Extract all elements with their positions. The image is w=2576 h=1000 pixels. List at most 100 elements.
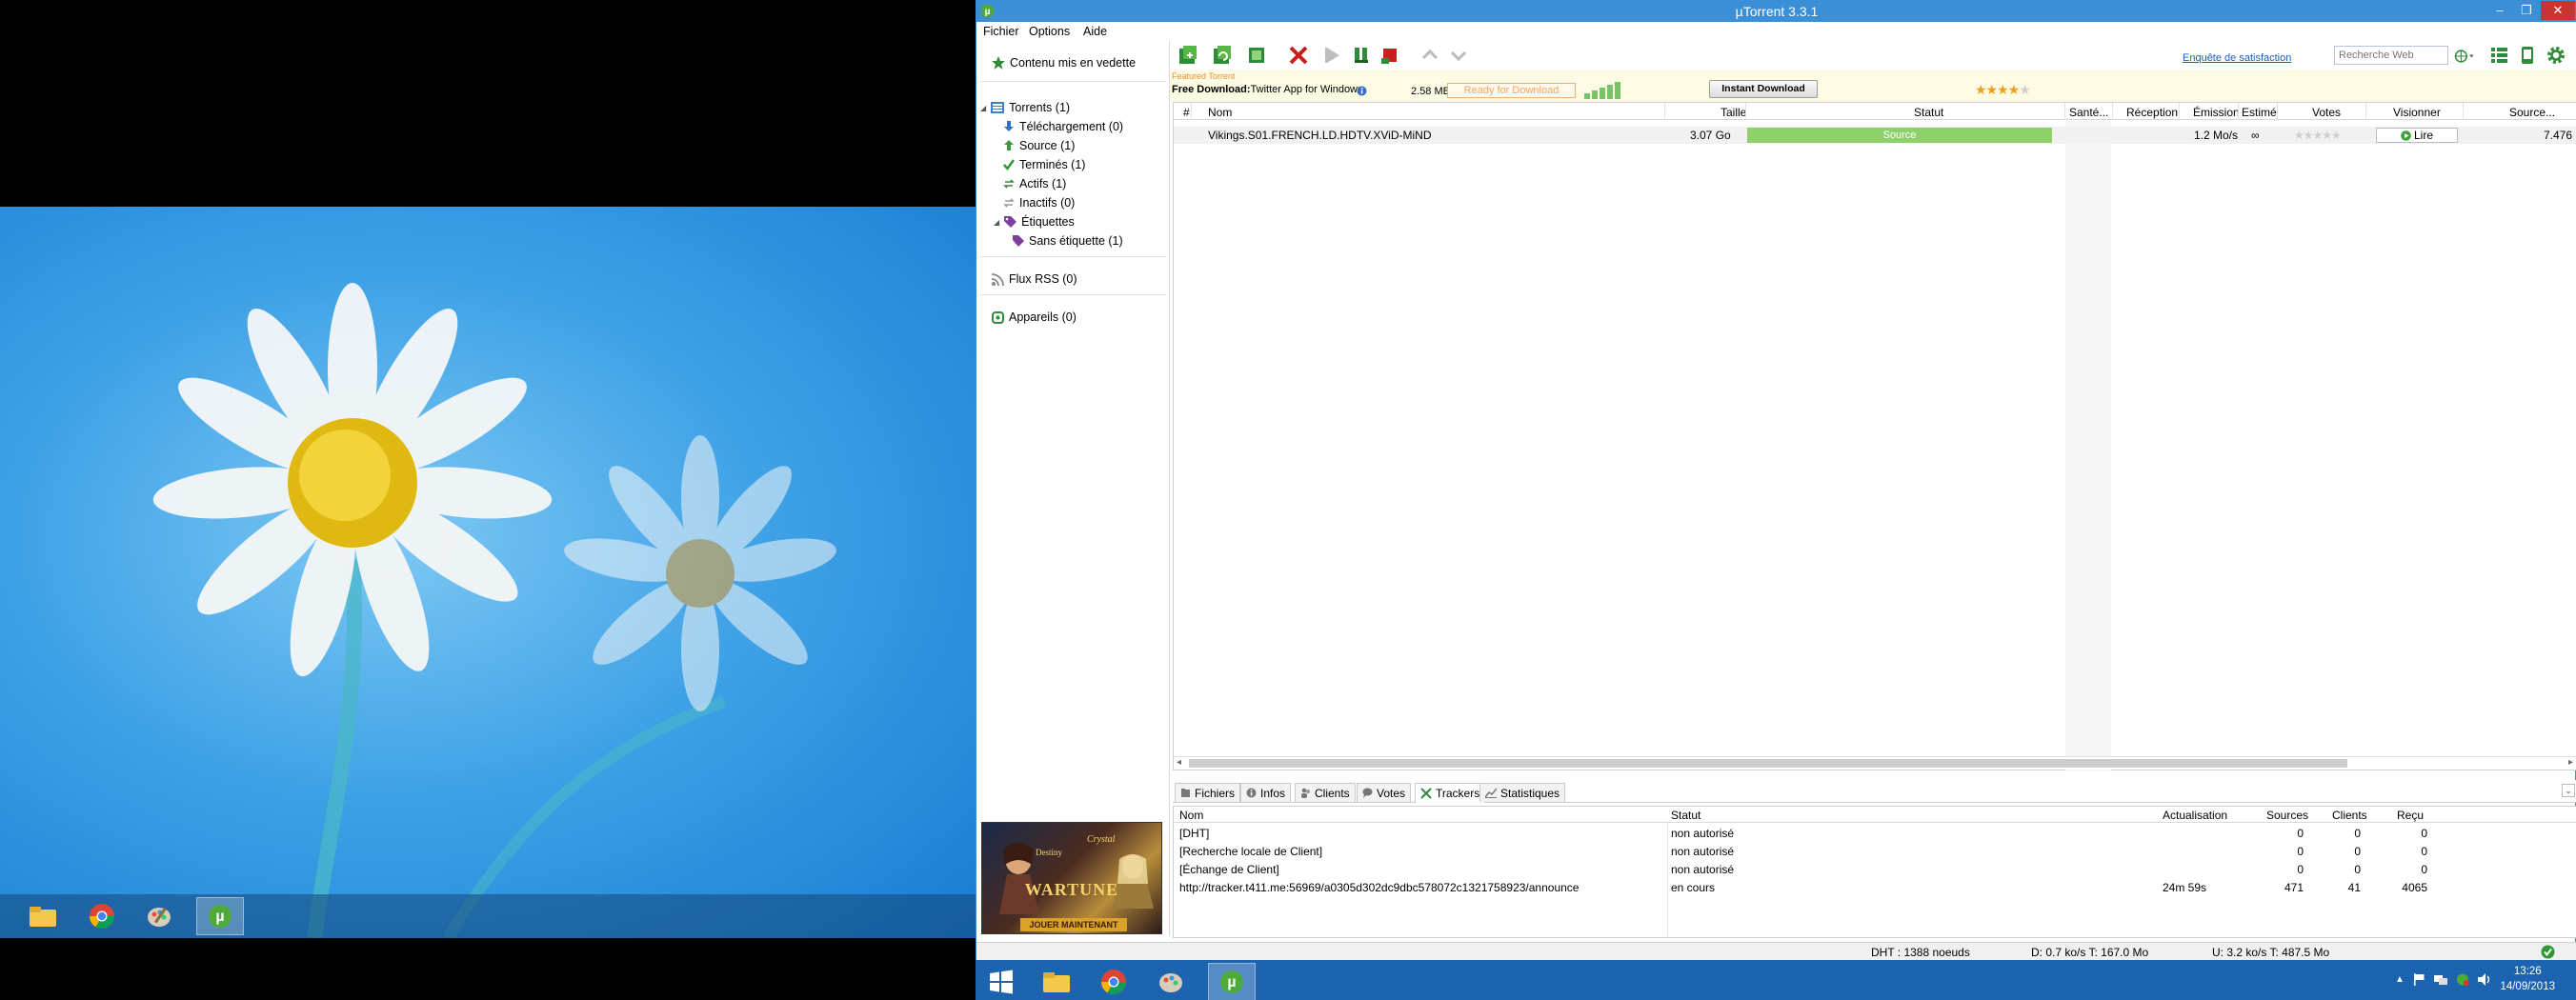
menu-file[interactable]: Fichier	[983, 25, 1019, 38]
sidebar-item-completed[interactable]: Terminés (1)	[1003, 156, 1085, 173]
column-header-size[interactable]: Taille	[1721, 106, 1746, 119]
utorrent-taskbar-button[interactable]: µ	[196, 897, 244, 935]
move-down-icon[interactable]	[1448, 45, 1469, 66]
inactive-transfer-icon	[1003, 198, 1015, 208]
column-header-number[interactable]: #	[1183, 106, 1190, 119]
tab-info[interactable]: Infos	[1240, 783, 1292, 802]
upload-status[interactable]: U: 3.2 ko/s T: 487.5 Mo	[2212, 946, 2329, 959]
download-status[interactable]: D: 0.7 ko/s T: 167.0 Mo	[2031, 946, 2148, 959]
tab-votes[interactable]: Votes	[1357, 783, 1412, 802]
tracker-row[interactable]: [Recherche locale de Client] non autoris…	[1174, 843, 2576, 860]
scroll-right-icon[interactable]: ▸	[2568, 757, 2573, 768]
tracker-name: [DHT]	[1179, 827, 1210, 840]
scroll-left-icon[interactable]: ◂	[1177, 757, 1181, 768]
paint-taskbar-button[interactable]	[1147, 963, 1195, 1000]
network-ok-icon[interactable]	[2541, 945, 2555, 959]
info-icon[interactable]	[1357, 86, 1367, 96]
ad-play-now-button[interactable]: JOUER MAINTENANT	[1020, 918, 1127, 931]
sidebar-item-active[interactable]: Actifs (1)	[1003, 175, 1066, 192]
sidebar-item-no-label[interactable]: Sans étiquette (1)	[1013, 232, 1123, 250]
column-header-watch[interactable]: Visionner	[2393, 106, 2441, 119]
sidebar-item-labels[interactable]: ◢ Étiquettes	[994, 213, 1075, 230]
column-header-download-speed[interactable]: Réception	[2126, 106, 2178, 119]
featured-description[interactable]: Free Download:Twitter App for Windows	[1172, 84, 1363, 95]
settings-gear-icon[interactable]	[2546, 45, 2566, 66]
pause-torrent-icon[interactable]	[1351, 45, 1372, 66]
restore-button[interactable]: ❐	[2514, 1, 2539, 20]
column-header-votes[interactable]: Votes	[2312, 106, 2341, 119]
satisfaction-survey-link[interactable]: Enquête de satisfaction	[2183, 52, 2291, 64]
sidebar-item-downloading[interactable]: Téléchargement (0)	[1003, 118, 1123, 135]
trk-col-seeds[interactable]: Sources	[2266, 809, 2308, 822]
torrent-row[interactable]: Vikings.S01.FRENCH.LD.HDTV.XViD-MiND 3.0…	[1174, 127, 2576, 144]
trk-col-name[interactable]: Nom	[1179, 809, 1203, 822]
instant-download-button[interactable]: Instant Download	[1709, 80, 1818, 98]
start-button[interactable]	[977, 963, 1025, 1000]
column-header-status[interactable]: Statut	[1914, 106, 1943, 119]
column-divider	[2112, 103, 2113, 120]
trk-col-received[interactable]: Reçu	[2397, 809, 2424, 822]
network-icon[interactable]	[2433, 973, 2447, 986]
scrollbar-thumb[interactable]	[1189, 759, 2347, 768]
chrome-taskbar-button[interactable]	[1090, 963, 1137, 1000]
explorer-taskbar-button[interactable]	[1033, 963, 1080, 1000]
trk-col-status[interactable]: Statut	[1671, 809, 1701, 822]
sidebar-item-devices[interactable]: Appareils (0)	[992, 309, 1077, 326]
sidebar-item-torrents[interactable]: ◢ Torrents (1)	[980, 99, 1070, 116]
torrent-rating[interactable]: ★★★★★	[2294, 129, 2342, 142]
sidebar-item-inactive[interactable]: Inactifs (0)	[1003, 194, 1075, 211]
chrome-taskbar-button[interactable]	[78, 897, 126, 935]
advertisement-banner[interactable]: Crystal Destiny WARTUNE JOUER MAINTENANT	[981, 822, 1162, 934]
paint-taskbar-button[interactable]	[135, 897, 183, 935]
watch-button[interactable]: Lire	[2376, 128, 2458, 143]
column-header-health[interactable]: Santé...	[2069, 106, 2108, 119]
start-torrent-icon[interactable]	[1322, 45, 1343, 66]
column-header-seeds[interactable]: Source...	[2509, 106, 2555, 119]
tray-expand-icon[interactable]: ▲	[2395, 974, 2405, 985]
horizontal-scrollbar[interactable]: ◂ ▸	[1174, 756, 2576, 770]
sidebar-item-label: Étiquettes	[1021, 215, 1075, 229]
list-view-icon[interactable]	[2488, 45, 2509, 66]
search-engine-globe-icon[interactable]	[2454, 46, 2475, 67]
tracker-row[interactable]: http://tracker.t411.me:56969/a0305d302dc…	[1174, 879, 2576, 896]
tab-statistics[interactable]: Statistiques	[1479, 783, 1566, 802]
collapse-arrow-icon[interactable]: ◢	[994, 218, 999, 227]
explorer-taskbar-button[interactable]	[19, 897, 67, 935]
tab-trackers[interactable]: Trackers	[1415, 783, 1486, 803]
remote-phone-icon[interactable]	[2517, 45, 2538, 66]
column-header-eta[interactable]: Estimé	[2242, 106, 2277, 119]
sidebar-item-label: Appareils (0)	[1009, 310, 1077, 324]
tracker-row[interactable]: [Échange de Client] non autorisé 0 0 0	[1174, 861, 2576, 878]
utorrent-tray-icon[interactable]	[2456, 973, 2469, 986]
add-torrent-url-icon[interactable]	[1212, 45, 1233, 66]
taskbar-clock[interactable]: 13:26 14/09/2013	[2500, 964, 2555, 994]
stop-torrent-icon[interactable]	[1379, 45, 1400, 66]
flag-icon[interactable]	[2413, 973, 2425, 986]
add-torrent-icon[interactable]	[1177, 45, 1198, 66]
collapse-arrow-icon[interactable]: ◢	[980, 104, 986, 112]
trk-col-update[interactable]: Actualisation	[2163, 809, 2227, 822]
tracker-row[interactable]: [DHT] non autorisé 0 0 0	[1174, 825, 2576, 842]
volume-icon[interactable]	[2477, 973, 2491, 986]
remove-torrent-icon[interactable]	[1288, 45, 1309, 66]
column-header-name[interactable]: Nom	[1208, 106, 1232, 119]
dht-status[interactable]: DHT : 1388 noeuds	[1871, 946, 1970, 959]
close-button[interactable]: ✕	[2541, 1, 2575, 20]
move-up-icon[interactable]	[1419, 45, 1440, 66]
tab-files[interactable]: Fichiers	[1175, 783, 1241, 802]
collapse-panel-icon[interactable]: ⌄	[2562, 784, 2575, 797]
minimize-button[interactable]: –	[2487, 1, 2512, 20]
sidebar-item-rss[interactable]: Flux RSS (0)	[992, 270, 1077, 288]
create-torrent-icon[interactable]	[1246, 45, 1267, 66]
sidebar-item-seeding[interactable]: Source (1)	[1003, 137, 1075, 154]
sidebar-item-featured[interactable]: Contenu mis en vedette	[992, 54, 1136, 71]
column-header-upload-speed[interactable]: Émission	[2193, 106, 2240, 119]
tab-peers[interactable]: Clients	[1295, 783, 1356, 802]
trk-col-peers[interactable]: Clients	[2332, 809, 2367, 822]
utorrent-taskbar-button[interactable]: µ	[1208, 963, 1256, 1000]
utorrent-window: µ µTorrent 3.3.1 – ❐ ✕ Fichier Options A…	[976, 0, 2576, 961]
menu-help[interactable]: Aide	[1083, 25, 1107, 38]
tracker-status: non autorisé	[1671, 863, 1735, 876]
menu-options[interactable]: Options	[1029, 25, 1070, 38]
web-search-input[interactable]	[2334, 46, 2448, 65]
